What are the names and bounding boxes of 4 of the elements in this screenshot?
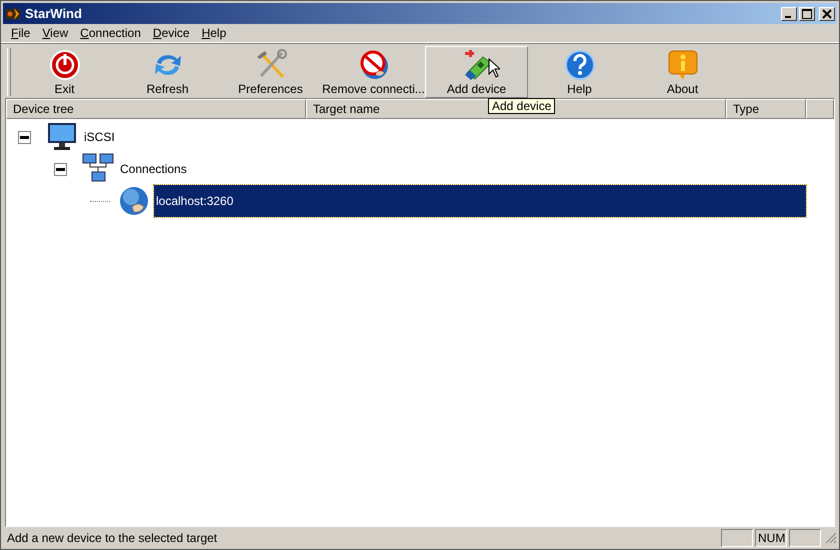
status-text: Add a new device to the selected target: [7, 531, 218, 545]
window-title: StarWind: [25, 6, 83, 21]
tooltip: Add device: [488, 98, 556, 114]
status-indicator: NUM: [755, 529, 787, 547]
